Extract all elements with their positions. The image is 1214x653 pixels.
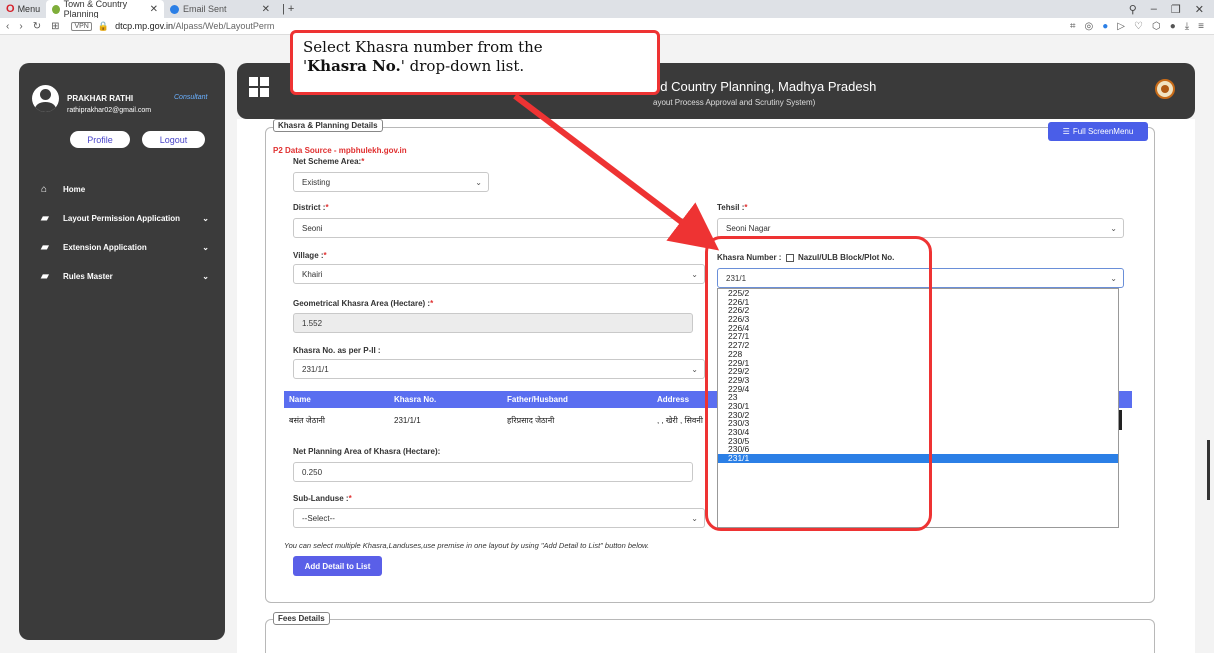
- browser-menu-button[interactable]: O Menu: [0, 0, 46, 18]
- heart-icon[interactable]: ♡: [1134, 21, 1143, 32]
- dropdown-scrollbar[interactable]: [1119, 410, 1122, 430]
- profile-button[interactable]: Profile: [70, 131, 130, 148]
- reload-icon[interactable]: ↻: [33, 21, 41, 32]
- net-planning-field[interactable]: 0.250: [293, 462, 693, 482]
- user-name: PRAKHAR RATHI: [67, 94, 134, 103]
- tehsil-select[interactable]: Seoni Nagar ⌄: [717, 218, 1124, 238]
- grid-menu-icon[interactable]: [249, 77, 269, 97]
- geo-area-field: 1.552: [293, 313, 693, 333]
- camera-icon[interactable]: ◎: [1085, 21, 1094, 32]
- tehsil-label: Tehsil :*: [717, 203, 748, 212]
- user-role: Consultant: [174, 94, 208, 101]
- logout-button[interactable]: Logout: [142, 131, 205, 148]
- hamburger-icon: ☰: [1062, 127, 1070, 136]
- forward-icon[interactable]: ›: [19, 21, 22, 32]
- sidebar-item-home[interactable]: ⌂ Home: [19, 175, 225, 204]
- sidebar: PRAKHAR RATHI Consultant rathiprakhar02@…: [19, 63, 225, 640]
- menu-icon[interactable]: ≡: [1198, 21, 1204, 32]
- shield-icon[interactable]: ●: [1102, 21, 1108, 32]
- search-icon[interactable]: ⚲: [1129, 3, 1137, 16]
- add-detail-button[interactable]: Add Detail to List: [293, 556, 382, 576]
- sidebar-item-rules-master[interactable]: ▰ Rules Master ⌄: [19, 262, 225, 291]
- fees-section-title: Fees Details: [273, 612, 330, 625]
- state-emblem-icon: [1155, 79, 1175, 99]
- data-source-label: P2 Data Source - mpbhulekh.gov.in: [273, 146, 407, 155]
- village-select[interactable]: Khairi ⌄: [293, 264, 705, 284]
- home-icon: ⌂: [41, 184, 48, 195]
- chevron-down-icon: ⌄: [202, 243, 209, 252]
- chevron-down-icon: ⌄: [202, 272, 209, 281]
- restore-icon[interactable]: ❐: [1171, 3, 1181, 16]
- profile-icon[interactable]: ●: [1170, 21, 1176, 32]
- col-name: Name: [284, 391, 389, 408]
- snapshot-icon[interactable]: ⌗: [1070, 21, 1076, 32]
- site-favicon-icon: [52, 4, 60, 14]
- side-nav: ⌂ Home ▰ Layout Permission Application ⌄…: [19, 175, 225, 291]
- fees-section: [265, 619, 1155, 653]
- district-label: District :*: [293, 203, 329, 212]
- instruction-callout: Select Khasra number from the 'Khasra No…: [290, 30, 660, 95]
- sub-landuse-select[interactable]: --Select-- ⌄: [293, 508, 705, 528]
- speed-dial-icon[interactable]: ⊞: [51, 21, 59, 32]
- col-khasra: Khasra No.: [389, 391, 502, 408]
- page-scrollbar[interactable]: [1207, 440, 1210, 500]
- opera-icon: O: [6, 3, 15, 15]
- village-label: Village :*: [293, 251, 327, 260]
- net-scheme-area-label: Net Scheme Area:*: [293, 157, 365, 166]
- chevron-down-icon: ⌄: [1110, 223, 1117, 233]
- net-planning-label: Net Planning Area of Khasra (Hectare):: [293, 447, 441, 456]
- khasra-p2-select[interactable]: 231/1/1 ⌄: [293, 359, 705, 379]
- browser-tab-bar: O Menu Town & Country Planning ✕ Email Se…: [0, 0, 1214, 19]
- folder-icon: ▰: [41, 271, 49, 282]
- chevron-down-icon: ⌄: [691, 364, 698, 374]
- full-screen-menu-button[interactable]: ☰ Full ScreenMenu: [1048, 122, 1148, 141]
- email-favicon-icon: [170, 4, 179, 14]
- folder-icon: ▰: [41, 242, 49, 253]
- geo-area-label: Geometrical Khasra Area (Hectare) :*: [293, 299, 434, 308]
- new-tab-icon[interactable]: | +: [276, 3, 300, 15]
- play-icon[interactable]: ▷: [1117, 21, 1125, 32]
- sidebar-item-extension[interactable]: ▰ Extension Application ⌄: [19, 233, 225, 262]
- khasra-p2-label: Khasra No. as per P-II :: [293, 346, 381, 355]
- download-icon[interactable]: ⤓: [1185, 21, 1189, 32]
- sidebar-item-layout-permission[interactable]: ▰ Layout Permission Application ⌄: [19, 204, 225, 233]
- cell-father: हरिप्रसाद जेठानी: [507, 415, 555, 425]
- cell-khasra: 231/1/1: [394, 415, 421, 425]
- net-scheme-area-select[interactable]: Existing ⌄: [293, 172, 489, 192]
- chevron-down-icon: ⌄: [475, 177, 482, 187]
- cell-name: बसंत जेठानी: [289, 415, 325, 425]
- lock-icon: 🔒: [97, 20, 110, 31]
- khasra-section-title: Khasra & Planning Details: [273, 119, 383, 132]
- tab-email-sent[interactable]: Email Sent ✕: [164, 0, 276, 18]
- page-title: nd Country Planning, Madhya Pradesh: [653, 79, 877, 94]
- chevron-down-icon: ⌄: [691, 269, 698, 279]
- tab-town-country-planning[interactable]: Town & Country Planning ✕: [46, 0, 164, 19]
- url-field[interactable]: dtcp.mp.gov.in/Alpass/Web/LayoutPerm: [115, 21, 274, 31]
- close-tab-icon[interactable]: ✕: [150, 4, 158, 15]
- back-icon[interactable]: ‹: [6, 21, 9, 32]
- user-email: rathiprakhar02@gmail.com: [67, 107, 152, 114]
- folder-icon: ▰: [41, 213, 49, 224]
- district-select[interactable]: Seoni: [293, 218, 693, 238]
- avatar: [32, 85, 59, 112]
- col-father-husband: Father/Husband: [502, 391, 652, 408]
- window-controls: ⚲ – ❐ ✕: [1129, 3, 1214, 16]
- close-tab-icon[interactable]: ✕: [262, 4, 270, 15]
- chevron-down-icon: ⌄: [691, 513, 698, 523]
- cube-icon[interactable]: ⬡: [1152, 21, 1161, 32]
- minimize-icon[interactable]: –: [1151, 3, 1157, 16]
- vpn-badge[interactable]: VPN: [71, 21, 92, 31]
- page-subtitle: ayout Process Approval and Scrutiny Syst…: [653, 98, 816, 107]
- close-window-icon[interactable]: ✕: [1195, 3, 1204, 16]
- multi-select-hint: You can select multiple Khasra,Landuses,…: [284, 541, 650, 550]
- sub-landuse-label: Sub-Landuse :*: [293, 494, 352, 503]
- chevron-down-icon: ⌄: [1110, 273, 1117, 283]
- chevron-down-icon: ⌄: [202, 214, 209, 223]
- dropdown-highlight-box: [705, 236, 932, 531]
